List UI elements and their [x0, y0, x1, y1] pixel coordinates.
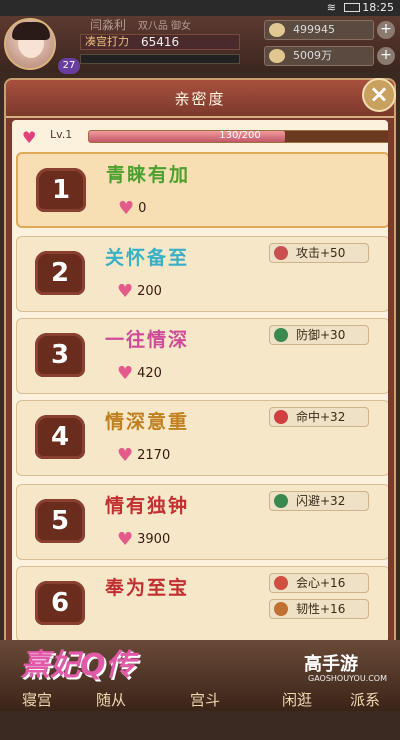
exp-bar: [80, 54, 240, 64]
avatar[interactable]: [4, 18, 56, 70]
heart-icon: ♥: [118, 198, 135, 219]
intimacy-progress-bar: 130/200: [88, 130, 388, 143]
player-name: 闫淼利 双八品 御女: [90, 18, 192, 32]
sword-icon: [274, 246, 288, 260]
site-watermark: 高手游 GAOSHOUYOU.COM: [304, 654, 388, 683]
dodge-icon: [274, 494, 288, 508]
tier-number: 2: [35, 251, 85, 295]
coin-icon: [269, 49, 285, 63]
player-hud: 27 闫淼利 双八品 御女 凑宫打力 65416 499945 + 5009万 …: [0, 16, 400, 74]
tier-title: 奉为至宝: [105, 577, 190, 599]
tier-card: 3 一往情深 ♥ 420 防御+30: [16, 318, 388, 394]
heart-icon: ♥: [117, 281, 134, 302]
avatar-hair: [12, 22, 50, 40]
tier-number: 5: [35, 499, 85, 543]
tier-number: 3: [35, 333, 85, 377]
intimacy-level-row: ♥ Lv.1 130/200: [18, 124, 388, 148]
tier-title: 情有独钟: [105, 495, 190, 517]
tier-card: 5 情有独钟 ♥ 3900 闪避+32: [16, 484, 388, 560]
tier-card: 2 关怀备至 ♥ 200 攻击+50: [16, 236, 388, 312]
power-display: 凑宫打力 65416: [80, 34, 240, 50]
tier-title: 一往情深: [105, 329, 190, 351]
heart-icon: ♥: [117, 363, 134, 384]
game-logo: 熹妃Q传: [20, 648, 136, 683]
add-silver-button[interactable]: +: [377, 21, 395, 39]
intimacy-level: Lv.1: [50, 128, 73, 141]
tier-list[interactable]: ♥ Lv.1 130/200 1 青睐有加 ♥ 0 2 关怀备至 ♥ 200 攻击+50 3 一往情…: [12, 120, 388, 676]
heart-icon: ♥: [22, 128, 37, 147]
attribute-bonus: 闪避+32: [269, 491, 369, 511]
toughness-icon: [274, 602, 288, 616]
tier-requirement: ♥ 2170: [117, 445, 171, 466]
tier-number: 6: [35, 581, 85, 625]
tier-requirement: ♥ 420: [117, 363, 162, 384]
tier-number: 1: [36, 168, 86, 212]
tier-title: 情深意重: [105, 411, 190, 433]
nav-palace-fight[interactable]: 宫斗: [170, 660, 240, 710]
shield-icon: [274, 328, 288, 342]
battery-icon: [344, 3, 360, 12]
tier-title: 青睐有加: [106, 164, 191, 186]
close-button[interactable]: ×: [362, 78, 396, 112]
silver-icon: [269, 23, 285, 37]
tier-requirement: ♥ 200: [117, 281, 162, 302]
attribute-bonus: 攻击+50: [269, 243, 369, 263]
tier-number: 4: [35, 415, 85, 459]
tier-requirement: ♥ 0: [118, 198, 147, 219]
currency-coin: 5009万 +: [264, 46, 395, 66]
status-bar: ≋ 18:25: [0, 0, 400, 16]
currency-silver: 499945 +: [264, 20, 395, 40]
add-coin-button[interactable]: +: [377, 47, 395, 65]
intimacy-dialog: 亲密度 × ♥ Lv.1 130/200 1 青睐有加 ♥ 0 2 关怀备至 ♥ 200 攻击+…: [4, 78, 396, 678]
target-icon: [274, 410, 288, 424]
progress-text: 130/200: [219, 130, 261, 141]
heart-icon: ♥: [117, 445, 134, 466]
attribute-bonus: 会心+16: [269, 573, 369, 593]
tier-title: 关怀备至: [105, 247, 190, 269]
heart-icon: ♥: [117, 529, 134, 550]
critical-icon: [274, 576, 288, 590]
clock: 18:25: [362, 1, 394, 14]
tier-card: 1 青睐有加 ♥ 0: [16, 152, 388, 228]
wifi-icon: ≋: [326, 1, 336, 14]
level-badge: 27: [58, 58, 80, 74]
attribute-bonus: 防御+30: [269, 325, 369, 345]
attribute-bonus: 韧性+16: [269, 599, 369, 619]
dialog-title: 亲密度: [6, 80, 394, 118]
attribute-bonus: 命中+32: [269, 407, 369, 427]
tier-requirement: ♥ 3900: [117, 529, 171, 550]
tier-card: 4 情深意重 ♥ 2170 命中+32: [16, 400, 388, 476]
